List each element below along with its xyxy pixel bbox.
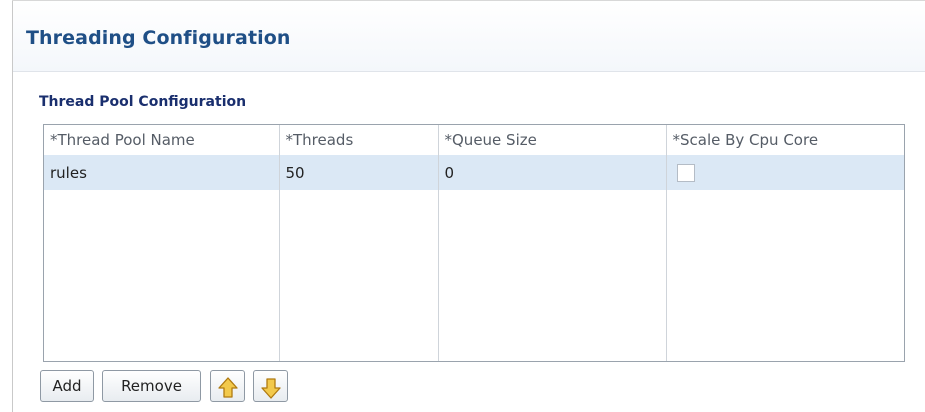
remove-button[interactable]: Remove xyxy=(102,370,201,402)
scale-by-cpu-core-checkbox[interactable] xyxy=(676,163,695,182)
cell-thread-pool-name[interactable]: rules xyxy=(44,155,280,190)
cell-scale-by-cpu-core[interactable] xyxy=(666,155,904,190)
table-row[interactable]: rules 50 0 xyxy=(44,155,904,190)
move-up-button[interactable] xyxy=(210,370,245,402)
column-header-thread-pool-name[interactable]: *Thread Pool Name xyxy=(44,125,280,155)
cell-queue-size[interactable]: 0 xyxy=(438,155,667,190)
column-divider xyxy=(279,155,280,361)
threading-configuration-page: Threading Configuration Thread Pool Conf… xyxy=(0,0,925,412)
column-header-threads[interactable]: *Threads xyxy=(279,125,439,155)
table-header-row: *Thread Pool Name *Threads *Queue Size *… xyxy=(44,125,904,155)
move-down-button[interactable] xyxy=(253,370,288,402)
arrow-down-icon xyxy=(260,378,281,399)
cell-threads[interactable]: 50 xyxy=(279,155,439,190)
thread-pool-table: *Thread Pool Name *Threads *Queue Size *… xyxy=(43,124,905,362)
column-header-queue-size[interactable]: *Queue Size xyxy=(438,125,667,155)
arrow-up-icon xyxy=(217,377,238,398)
section-title: Thread Pool Configuration xyxy=(39,94,247,110)
add-button[interactable]: Add xyxy=(40,370,94,402)
page-title: Threading Configuration xyxy=(26,27,291,49)
column-header-scale-by-cpu-core[interactable]: *Scale By Cpu Core xyxy=(666,125,904,155)
column-divider xyxy=(438,155,439,361)
column-divider xyxy=(666,155,667,361)
